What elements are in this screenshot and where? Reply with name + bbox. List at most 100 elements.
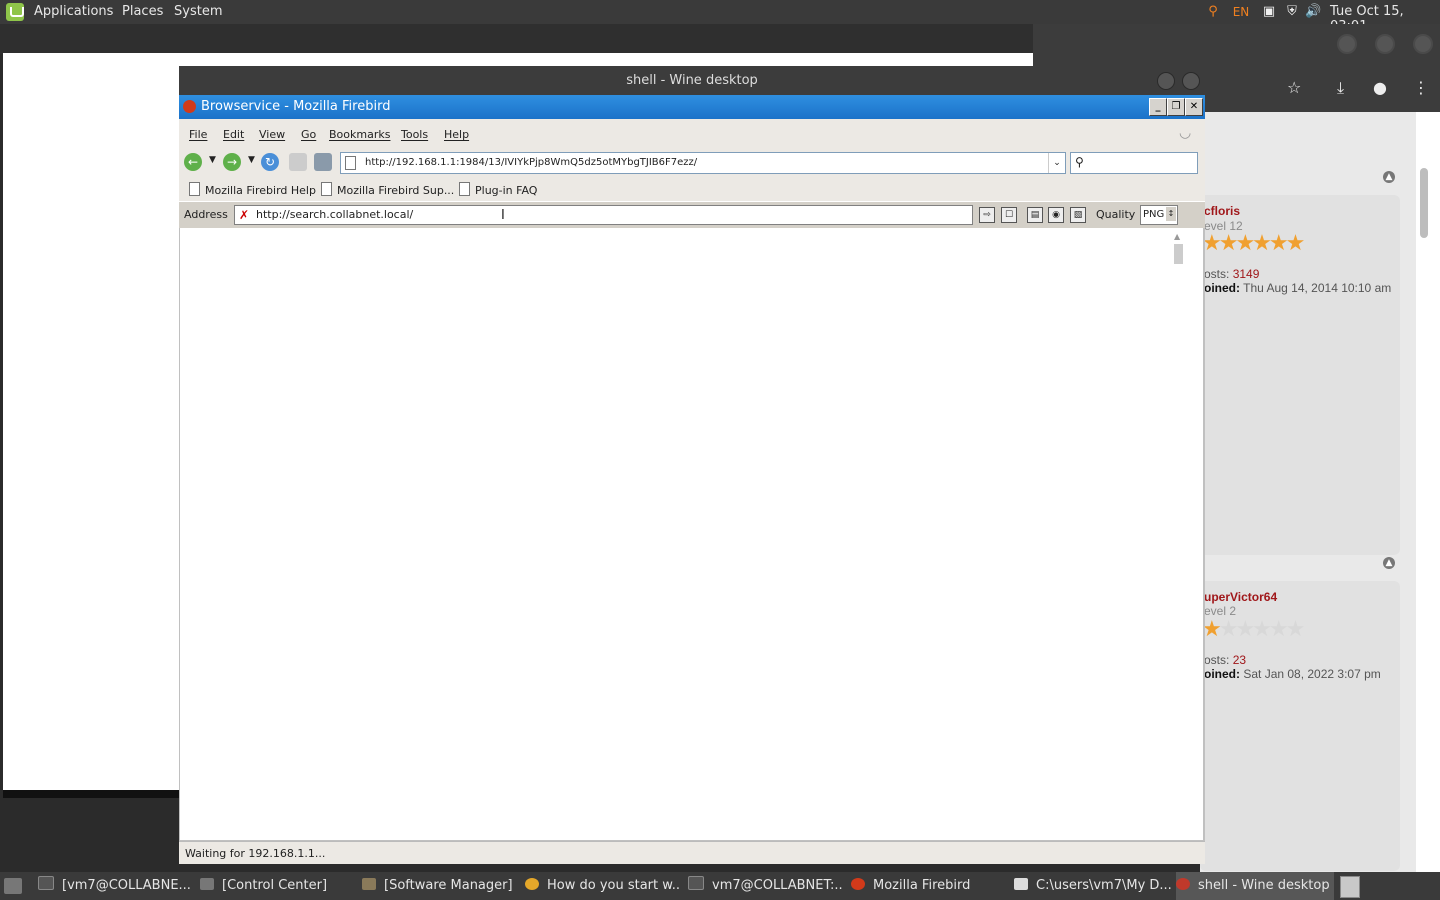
volume-icon[interactable]: 🔊: [1305, 4, 1321, 20]
taskbar-item-chrome[interactable]: How do you start w...: [525, 872, 680, 900]
insecure-icon: ✗: [239, 208, 250, 222]
page-scrollbar[interactable]: ▲: [1171, 232, 1185, 268]
rank-stars: ★★★★★★: [1202, 231, 1305, 256]
background-window-edge: [3, 790, 179, 798]
username[interactable]: uperVictor64: [1204, 590, 1277, 604]
menu-help[interactable]: Help: [444, 128, 469, 141]
username[interactable]: cfloris: [1204, 204, 1240, 218]
quality-label: Quality: [1096, 208, 1136, 221]
navigation-toolbar: ← ▼ → ▼ ↻ http://192.168.1.1:1984/13/IVI…: [179, 147, 1205, 177]
mint-menu-icon[interactable]: [6, 3, 24, 21]
reload-icon[interactable]: ↻: [261, 153, 279, 171]
taskbar-item-firebird[interactable]: Mozilla Firebird: [851, 872, 1006, 900]
bookmark-plugin-faq[interactable]: Plug-in FAQ: [459, 182, 537, 197]
menu-bookmarks[interactable]: Bookmarks: [329, 128, 390, 141]
wine-titlebar[interactable]: shell - Wine desktop: [179, 66, 1205, 95]
taskbar-item-control-center[interactable]: [Control Center]: [200, 872, 352, 900]
quality-spinner-icon[interactable]: ↕: [1166, 207, 1176, 221]
close-icon[interactable]: [1182, 72, 1200, 90]
search-engine-icon[interactable]: ⚲: [1075, 155, 1084, 169]
back-to-top-icon[interactable]: ▲: [1383, 557, 1395, 569]
chrome-scrollbar[interactable]: [1416, 112, 1440, 872]
taskbar-item-wine-desktop[interactable]: shell - Wine desktop: [1176, 872, 1334, 900]
bookmark-firebird-support[interactable]: Mozilla Firebird Sup...: [321, 182, 454, 197]
language-indicator[interactable]: EN: [1231, 4, 1251, 20]
forward-icon[interactable]: →: [223, 153, 241, 171]
download-icon[interactable]: ⤓: [1337, 78, 1344, 98]
restore-button[interactable]: ❐: [1167, 98, 1185, 116]
home-icon[interactable]: [314, 153, 332, 171]
taskbar-item-terminal-2[interactable]: vm7@COLLABNET:...: [688, 872, 843, 900]
menu-view[interactable]: View: [259, 128, 285, 141]
joined-date: oined: Sat Jan 08, 2022 3:07 pm: [1204, 667, 1381, 681]
taskbar-item-software-manager[interactable]: [Software Manager]: [362, 872, 514, 900]
profile-icon[interactable]: ●: [1373, 78, 1387, 97]
taskbar-item-terminal-1[interactable]: [vm7@COLLABNE...: [38, 872, 190, 900]
menu-places[interactable]: Places: [122, 4, 163, 19]
back-to-top-icon[interactable]: ▲: [1383, 171, 1395, 183]
window-title: shell - Wine desktop: [626, 73, 758, 88]
address-text: http://search.collabnet.local/: [256, 208, 414, 221]
shield-icon[interactable]: ⛨: [1284, 4, 1300, 20]
back-dropdown-icon[interactable]: ▼: [209, 155, 216, 165]
menu-tools[interactable]: Tools: [401, 128, 428, 141]
top-panel: Applications Places System ⚲ EN ▣ ⛨ 🔊 Tu…: [0, 0, 1440, 34]
minimize-icon[interactable]: [1337, 34, 1357, 54]
network-icon[interactable]: ▣: [1261, 4, 1277, 20]
firebird-title: Browservice - Mozilla Firebird: [201, 99, 391, 114]
post-profile-card: cfloris evel 12 ★★★★★★ osts: 3149 oined:…: [1200, 195, 1400, 555]
minimize-button[interactable]: _: [1149, 98, 1167, 116]
url-dropdown-icon[interactable]: ⌄: [1048, 153, 1065, 173]
url-bar[interactable]: http://192.168.1.1:1984/13/IVIYkPjp8WmQ5…: [340, 152, 1066, 174]
back-icon[interactable]: ←: [184, 153, 202, 171]
close-button[interactable]: ✕: [1185, 98, 1203, 116]
find-icon[interactable]: ◉: [1048, 207, 1064, 223]
post-count: osts: 23: [1204, 653, 1247, 667]
user-rank: evel 2: [1204, 604, 1237, 618]
rank-stars: ★★★★★★: [1202, 617, 1305, 642]
background-window-titlebar: [0, 24, 1033, 54]
show-desktop-icon[interactable]: [4, 878, 22, 894]
post-count: osts: 3149: [1204, 267, 1260, 281]
url-text: http://192.168.1.1:1984/13/IVIYkPjp8WmQ5…: [365, 157, 698, 168]
search-icon[interactable]: ⚲: [1205, 4, 1221, 20]
paste-icon[interactable]: ▧: [1070, 207, 1086, 223]
forward-dropdown-icon[interactable]: ▼: [248, 155, 255, 165]
taskbar: [vm7@COLLABNE... [Control Center] [Softw…: [0, 872, 1440, 900]
joined-date: oined: Thu Aug 14, 2014 10:10 am: [1204, 281, 1392, 295]
browservice-address-bar: Address ✗ http://search.collabnet.local/…: [179, 201, 1205, 228]
bookmark-icon[interactable]: ☐: [1001, 207, 1017, 223]
firebird-titlebar[interactable]: Browservice - Mozilla Firebird _ ❐ ✕: [179, 95, 1205, 119]
post-profile-card: uperVictor64 evel 2 ★★★★★★ osts: 23 oine…: [1200, 581, 1400, 871]
post-count-link[interactable]: 3149: [1233, 267, 1260, 281]
menu-go[interactable]: Go: [301, 128, 316, 141]
wine-desktop-window: shell - Wine desktop Browservice - Mozil…: [179, 66, 1205, 864]
search-box[interactable]: ⚲: [1070, 152, 1198, 174]
post-count-link[interactable]: 23: [1233, 653, 1246, 667]
quality-select[interactable]: PNG ↕: [1140, 205, 1178, 225]
menu-edit[interactable]: Edit: [223, 128, 244, 141]
status-bar: Waiting for 192.168.1.1...: [179, 841, 1205, 864]
close-icon[interactable]: [1413, 34, 1433, 54]
status-text: Waiting for 192.168.1.1...: [185, 847, 326, 860]
throbber-icon: ◡: [1179, 125, 1192, 141]
address-input[interactable]: ✗ http://search.collabnet.local/ I: [234, 205, 973, 225]
menu-file[interactable]: File: [189, 128, 207, 141]
menu-applications[interactable]: Applications: [34, 4, 113, 19]
text-cursor: I: [501, 208, 505, 223]
bookmark-star-icon[interactable]: ☆: [1287, 78, 1301, 97]
menu-system[interactable]: System: [174, 4, 222, 19]
taskbar-item-explorer[interactable]: C:\users\vm7\My D...: [1014, 872, 1172, 900]
minimize-icon[interactable]: [1157, 72, 1175, 90]
page-viewport[interactable]: [180, 228, 1203, 840]
maximize-icon[interactable]: [1375, 34, 1395, 54]
firebird-app-icon: [183, 100, 196, 113]
go-icon[interactable]: ⇨: [979, 207, 995, 223]
more-menu-icon[interactable]: ⋮: [1413, 78, 1429, 97]
clipboard-icon[interactable]: ▤: [1027, 207, 1043, 223]
address-label: Address: [184, 208, 228, 221]
stop-icon[interactable]: [289, 153, 307, 171]
bookmark-firebird-help[interactable]: Mozilla Firebird Help: [189, 182, 316, 197]
page-icon: [345, 156, 356, 170]
workspace-switcher[interactable]: [1340, 876, 1360, 898]
